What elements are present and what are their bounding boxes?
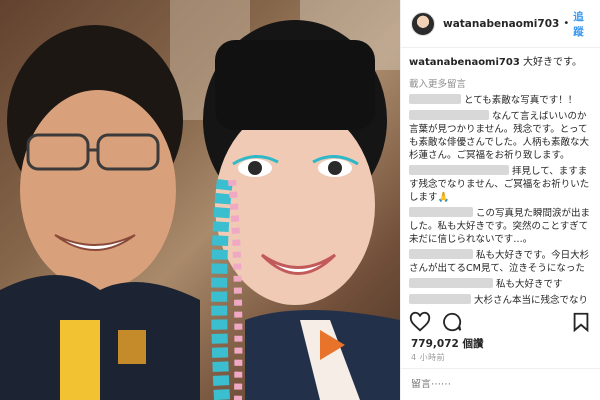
- comment-text: 大杉さん本当に残念でなり: [474, 295, 589, 306]
- comment-item: とても素敵な写真です！！: [409, 94, 594, 107]
- comments-list[interactable]: watanabenaomi703 大好きです。 載入更多留言 とても素敵な写真で…: [409, 56, 594, 308]
- comment-item: 大杉さん本当に残念でなり: [409, 294, 594, 307]
- redacted-username[interactable]: [409, 278, 493, 288]
- post-actions-bar: [409, 310, 592, 334]
- post-photo[interactable]: [0, 0, 400, 400]
- post-header: watanabenaomi703 • 追蹤: [401, 0, 600, 48]
- comment-text: とても素敵な写真です！！: [464, 95, 578, 106]
- comment-item: なんて言えばいいのか言葉が見つかりません。残念です。とっても素敵な俳優さんでした…: [409, 110, 594, 162]
- comment-icon[interactable]: [441, 311, 463, 333]
- redacted-username[interactable]: [409, 94, 461, 104]
- load-more-comments-link[interactable]: 載入更多留言: [409, 76, 594, 90]
- post-caption: watanabenaomi703 大好きです。: [409, 56, 594, 70]
- post-timestamp: 4 小時前: [411, 353, 446, 362]
- redacted-username[interactable]: [409, 294, 471, 304]
- redacted-username[interactable]: [409, 249, 473, 259]
- selfie-illustration: [0, 0, 400, 400]
- comment-text: 私も大好きです: [496, 279, 563, 290]
- bookmark-icon[interactable]: [570, 311, 592, 333]
- comment-item: 拝見して、ますます残念でなりません、ご冥福をお祈りいたします🙏: [409, 165, 594, 204]
- add-comment-bar: [401, 368, 600, 400]
- post-side-panel: watanabenaomi703 • 追蹤 watanabenaomi703 大…: [400, 0, 600, 400]
- comment-item: 私も大好きです: [409, 278, 594, 291]
- redacted-username[interactable]: [409, 165, 509, 175]
- caption-username[interactable]: watanabenaomi703: [409, 57, 520, 68]
- redacted-username[interactable]: [409, 207, 473, 217]
- avatar[interactable]: [411, 11, 435, 36]
- username-link[interactable]: watanabenaomi703: [443, 18, 559, 30]
- likes-count[interactable]: 779,072 個讚: [411, 336, 483, 351]
- separator-dot-icon: •: [563, 18, 570, 29]
- heart-icon[interactable]: [409, 311, 431, 333]
- comment-item: 私も大好きです。今日大杉さんが出てるCM見て、泣きそうになった: [409, 249, 594, 275]
- redacted-username[interactable]: [409, 110, 489, 120]
- comment-item: この写真見た瞬間涙が出ました。私も大好きです。突然のことすぎて未だに信じられない…: [409, 207, 594, 246]
- caption-text: 大好きです。: [522, 57, 582, 68]
- comment-input[interactable]: [411, 379, 590, 390]
- follow-button[interactable]: 追蹤: [573, 9, 590, 39]
